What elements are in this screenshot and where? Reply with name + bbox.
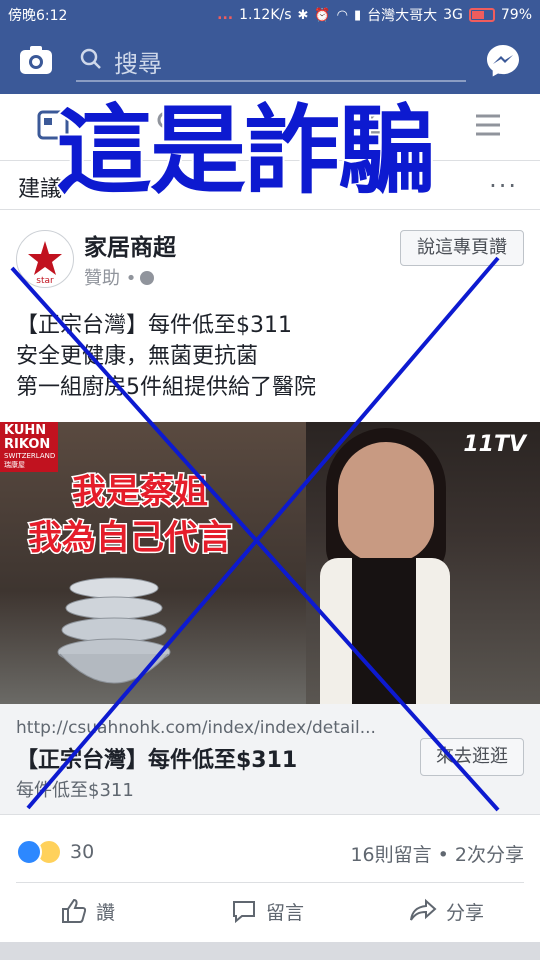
status-bar: 傍晚6:12 ... 1.12K/s ✱ ⏰ ◠ ▮ 台灣大哥大 3G 79% [0, 0, 540, 28]
wifi-icon: ◠ [336, 7, 348, 23]
bottom-divider [0, 942, 540, 960]
like-reaction-icon [16, 839, 42, 865]
status-dots: ... [217, 7, 234, 23]
reaction-count: 30 [70, 841, 95, 863]
more-options-icon[interactable]: ... [489, 165, 518, 193]
status-indicators: ... 1.12K/s ✱ ⏰ ◠ ▮ 台灣大哥大 3G 79% [217, 5, 532, 25]
post-text-line: 第一組廚房5件組提供給了醫院 [16, 375, 316, 400]
brand-name: KUHN RIKON [4, 423, 51, 452]
status-speed: 1.12K/s [239, 7, 292, 23]
page-name[interactable]: 家居商超 [84, 228, 176, 262]
link-title: 【正宗台灣】每件低至$311 [16, 748, 298, 773]
battery-icon [468, 8, 495, 22]
image-caption-1: 我是蔡姐 [71, 471, 210, 514]
comment-label: 留言 [266, 901, 305, 924]
bowls-icon [57, 577, 171, 684]
brand-logo: KUHN RIKON SWITZERLAND 瑞康屋 [0, 422, 58, 472]
sponsored-text: 贊助 • [84, 268, 137, 289]
sponsored-label: 贊助 • [84, 264, 155, 290]
bluetooth-icon: ✱ [297, 7, 309, 23]
link-preview[interactable]: http://csuahnohk.com/index/index/detail.… [0, 704, 540, 815]
page-avatar[interactable]: star [16, 230, 74, 288]
link-description: 每件低至$311 [16, 780, 134, 801]
post-actions: 讚 留言 分享 [16, 882, 524, 939]
alarm-icon: ⏰ [314, 7, 331, 23]
post-image[interactable]: KUHN RIKON SWITZERLAND 瑞康屋 我是蔡姐 我為自己代言 1… [0, 422, 540, 704]
menu-tab-icon[interactable] [470, 108, 506, 142]
search-icon [80, 48, 101, 69]
search-bar[interactable]: 搜尋 [76, 40, 466, 82]
globe-icon [140, 271, 155, 285]
camera-icon[interactable] [18, 42, 54, 78]
star-logo-icon: star [28, 241, 62, 286]
post-text-line: 安全更健康，無菌更抗菌 [16, 344, 259, 369]
like-page-button[interactable]: 說這專頁讚 [400, 230, 524, 266]
scam-warning-title: 這是詐騙 [54, 93, 436, 209]
comments-shares-count[interactable]: 16則留言 • 2次分享 [350, 840, 524, 867]
thumbs-up-icon [62, 898, 87, 923]
link-url: http://csuahnohk.com/index/index/detail.… [16, 718, 376, 738]
search-placeholder: 搜尋 [114, 50, 162, 78]
post-text-line: 【正宗台灣】每件低至$311 [16, 313, 292, 338]
share-label: 分享 [446, 901, 485, 924]
app-bar: 搜尋 [0, 28, 540, 94]
avatar-text: star [36, 276, 54, 286]
brand-subtitle: SWITZERLAND 瑞康屋 [4, 452, 56, 469]
messenger-icon[interactable] [484, 42, 522, 80]
woman-shirt [352, 558, 416, 704]
comment-icon [233, 901, 255, 924]
like-label: 讚 [96, 901, 116, 924]
status-network: 3G [443, 7, 463, 23]
comment-button[interactable]: 留言 [230, 883, 304, 939]
shop-now-button[interactable]: 來去逛逛 [420, 738, 524, 776]
status-time: 傍晚6:12 [8, 8, 68, 24]
status-battery: 79% [500, 7, 532, 23]
share-icon [410, 898, 437, 921]
reactions-summary[interactable]: 30 [16, 838, 94, 866]
signal-icon: ▮ [353, 7, 362, 23]
post-text: 【正宗台灣】每件低至$311 安全更健康，無菌更抗菌 第一組廚房5件組提供給了醫… [16, 310, 526, 403]
like-button[interactable]: 讚 [60, 883, 115, 939]
image-caption-2: 我為自己代言 [27, 517, 234, 560]
sponsored-post: star 家居商超 贊助 • 說這專頁讚 【正宗台灣】每件低至$311 安全更健… [0, 210, 540, 942]
channel-logo: 11TV [463, 432, 526, 457]
status-carrier: 台灣大哥大 [367, 8, 438, 24]
woman-face [338, 442, 434, 562]
share-button[interactable]: 分享 [408, 883, 484, 939]
